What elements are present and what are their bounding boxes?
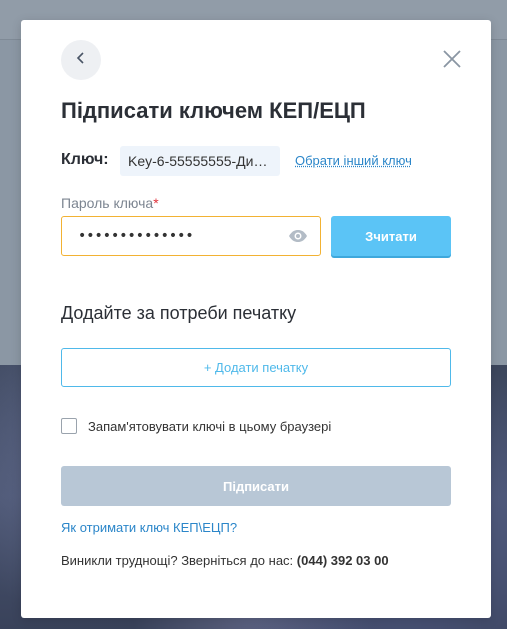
sign-dialog: Підписати ключем КЕП/ЕЦП Ключ: Key-6-555… bbox=[21, 20, 491, 618]
help-text: Виникли труднощі? Зверніться до нас: (04… bbox=[61, 553, 389, 568]
password-field[interactable]: •••••••••••••• bbox=[61, 216, 321, 256]
eye-icon[interactable] bbox=[288, 229, 308, 243]
password-value: •••••••••••••• bbox=[78, 228, 194, 244]
dialog-title: Підписати ключем КЕП/ЕЦП bbox=[61, 98, 366, 123]
remember-keys-option[interactable]: Запам'ятовувати ключі в цьому браузері bbox=[61, 418, 331, 434]
help-message: Виникли труднощі? Зверніться до нас: bbox=[61, 553, 294, 568]
read-key-button[interactable]: Зчитати bbox=[331, 216, 451, 256]
chevron-left-icon bbox=[76, 51, 86, 69]
password-label-text: Пароль ключа bbox=[61, 195, 154, 211]
close-button[interactable] bbox=[441, 49, 463, 73]
change-key-link[interactable]: Обрати інший ключ bbox=[295, 153, 412, 168]
required-mark: * bbox=[153, 195, 159, 211]
back-button[interactable] bbox=[61, 40, 101, 80]
remember-checkbox[interactable] bbox=[61, 418, 77, 434]
sign-button[interactable]: Підписати bbox=[61, 466, 451, 506]
password-label: Пароль ключа* bbox=[61, 195, 159, 211]
support-phone: (044) 392 03 00 bbox=[296, 553, 389, 568]
remember-label: Запам'ятовувати ключі в цьому браузері bbox=[88, 418, 332, 434]
stamp-heading: Додайте за потреби печатку bbox=[61, 303, 297, 323]
key-value: Key-6-55555555-Ди… bbox=[120, 146, 280, 176]
how-to-get-key-link[interactable]: Як отримати ключ КЕП\ЕЦП? bbox=[61, 520, 237, 535]
close-icon bbox=[443, 49, 461, 73]
key-label: Ключ: bbox=[61, 151, 109, 168]
add-stamp-button[interactable]: + Додати печатку bbox=[61, 348, 451, 387]
